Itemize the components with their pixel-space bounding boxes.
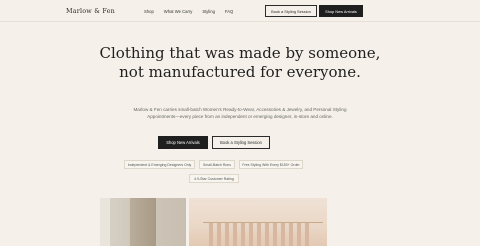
badge-customer-rating: 4.9-Star Customer Rating [189, 174, 239, 183]
nav-links: Shop What We Carry Styling FAQ [144, 9, 233, 14]
badge-free-styling: Free Styling With Every $150+ Order [239, 160, 303, 169]
hero-book-styling-button[interactable]: Book a Styling Session [212, 136, 270, 149]
hero-headline: Clothing that was made by someone, not m… [99, 44, 381, 81]
nav-link-what-we-carry[interactable]: What We Carry [164, 9, 193, 14]
clothing-rack-photo [189, 198, 327, 246]
badge-small-batch: Small-Batch Runs [199, 160, 235, 169]
nav-link-styling[interactable]: Styling [202, 9, 215, 14]
brand-logo[interactable]: Marlow & Fen [66, 7, 115, 15]
nav-link-faq[interactable]: FAQ [225, 9, 233, 14]
hero-shop-new-arrivals-button[interactable]: Shop New Arrivals [158, 136, 208, 149]
storefront-interior-photo [100, 198, 186, 246]
hero-description: Marlow & Fen carries small-batch Women's… [133, 107, 347, 120]
top-navigation: Marlow & Fen Shop What We Carry Styling … [0, 0, 480, 22]
nav-link-shop[interactable]: Shop [144, 9, 154, 14]
header-shop-new-arrivals-button[interactable]: Shop New Arrivals [319, 5, 363, 17]
header-book-styling-button[interactable]: Book a Styling Session [265, 5, 317, 17]
badge-independent-designers: Independent & Emerging Designers Only [124, 160, 195, 169]
